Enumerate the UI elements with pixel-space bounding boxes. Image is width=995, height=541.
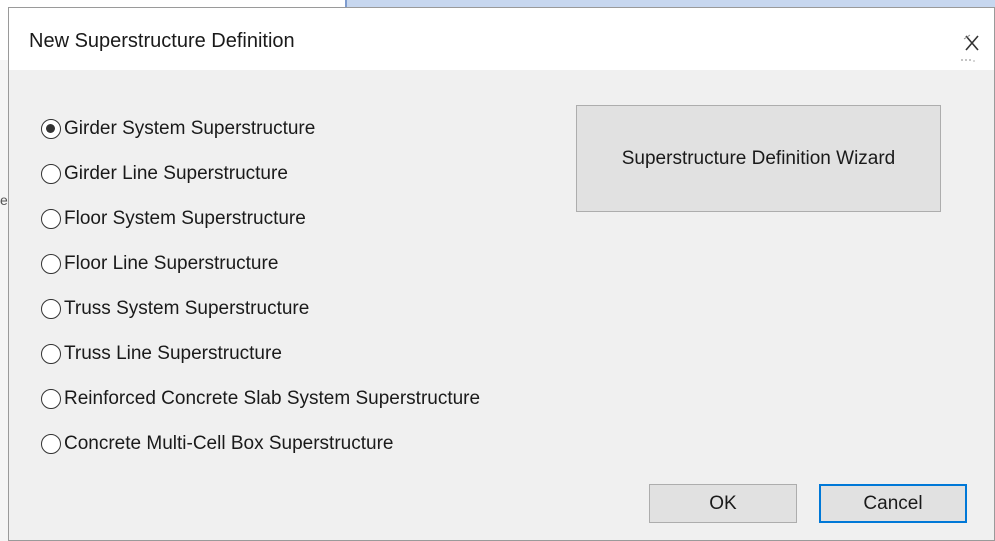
radio-concrete-multi-cell-box[interactable]: Concrete Multi-Cell Box Superstructure — [41, 421, 581, 466]
radio-button-7[interactable] — [41, 433, 61, 454]
dialog-title: New Superstructure Definition — [29, 30, 295, 52]
radio-label: Reinforced Concrete Slab System Superstr… — [64, 387, 481, 409]
radio-label: Girder Line Superstructure — [64, 162, 288, 184]
radio-floor-line[interactable]: Floor Line Superstructure — [41, 241, 581, 286]
radio-button-3[interactable] — [41, 253, 61, 274]
radio-button-2[interactable] — [41, 208, 61, 229]
radio-label: Floor Line Superstructure — [64, 252, 279, 274]
close-icon — [961, 34, 979, 62]
ok-button[interactable]: OK — [649, 484, 797, 523]
cancel-button[interactable]: Cancel — [819, 484, 967, 523]
radio-truss-line[interactable]: Truss Line Superstructure — [41, 331, 581, 376]
radio-girder-line[interactable]: Girder Line Superstructure — [41, 151, 581, 196]
superstructure-dialog: New Superstructure Definition Girder Sys… — [8, 7, 995, 541]
title-bar: New Superstructure Definition — [9, 8, 994, 70]
radio-button-0[interactable] — [41, 118, 61, 139]
radio-truss-system[interactable]: Truss System Superstructure — [41, 286, 581, 331]
background-window-edge — [0, 60, 8, 541]
close-button[interactable] — [952, 26, 992, 66]
radio-button-1[interactable] — [41, 163, 61, 184]
superstructure-type-radio-group: Girder System Superstructure Girder Line… — [41, 106, 581, 466]
radio-floor-system[interactable]: Floor System Superstructure — [41, 196, 581, 241]
radio-button-5[interactable] — [41, 343, 61, 364]
radio-label: Girder System Superstructure — [64, 117, 316, 139]
radio-girder-system[interactable]: Girder System Superstructure — [41, 106, 581, 151]
superstructure-wizard-button[interactable]: Superstructure Definition Wizard — [576, 105, 941, 212]
radio-button-4[interactable] — [41, 298, 61, 319]
radio-label: Concrete Multi-Cell Box Superstructure — [64, 432, 394, 454]
radio-label: Truss Line Superstructure — [64, 342, 282, 364]
radio-rc-slab-system[interactable]: Reinforced Concrete Slab System Superstr… — [41, 376, 581, 421]
radio-label: Floor System Superstructure — [64, 207, 306, 229]
radio-label: Truss System Superstructure — [64, 297, 310, 319]
radio-button-6[interactable] — [41, 388, 61, 409]
